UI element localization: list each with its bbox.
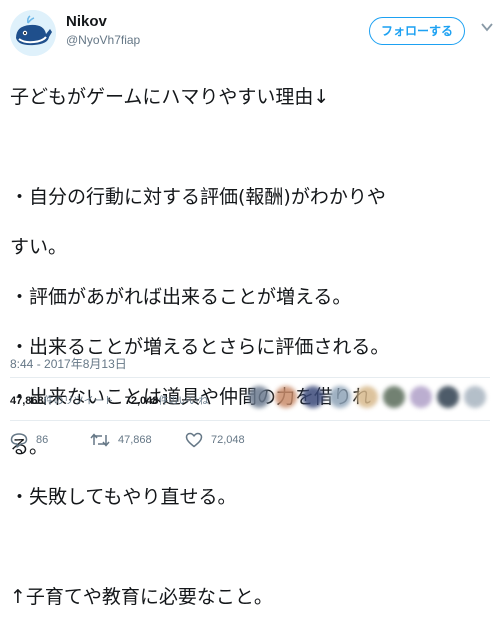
tweet-line: ・評価があがれば出来ることが増える。: [10, 286, 352, 308]
tweet-line: 子どもがゲームにハマりやすい理由↓: [10, 86, 330, 108]
retweet-stat-label: 件のリツイート: [43, 396, 114, 407]
like-button[interactable]: 72,048: [185, 430, 245, 450]
chevron-down-icon[interactable]: [481, 22, 493, 32]
reply-icon: [10, 433, 28, 448]
tweet-line: ・自分の行動に対する評価(報酬)がわかりや: [10, 186, 386, 208]
divider: [10, 377, 490, 378]
liker-avatar[interactable]: [383, 386, 405, 408]
liker-avatar[interactable]: [410, 386, 432, 408]
liker-avatar[interactable]: [437, 386, 459, 408]
liker-avatars: [248, 382, 490, 416]
liker-avatar[interactable]: [356, 386, 378, 408]
divider: [10, 420, 490, 421]
reply-button[interactable]: 86: [10, 430, 48, 450]
tweet-line: [10, 135, 490, 160]
tweet-text: 子どもがゲームにハマりやすい理由↓ ・自分の行動に対する評価(報酬)がわかりや …: [10, 60, 490, 635]
like-count: 72,048: [211, 434, 245, 446]
avatar[interactable]: [10, 10, 56, 56]
engagement-stats: 47,868件のリツイート 72,048件のいいね: [10, 392, 216, 407]
tweet-line: ↑子育てや教育に必要なこと。: [10, 586, 273, 608]
whale-icon: [10, 10, 56, 56]
liker-avatar[interactable]: [329, 386, 351, 408]
tweet-line: すい。: [10, 236, 68, 258]
heart-icon: [185, 432, 203, 448]
liker-avatar[interactable]: [302, 386, 324, 408]
tweet-line: [10, 535, 490, 560]
follow-button[interactable]: フォローする: [369, 17, 465, 45]
liker-avatar[interactable]: [275, 386, 297, 408]
like-stat[interactable]: 72,048件のいいね: [125, 392, 209, 407]
tweet-line: ・失敗してもやり直せる。: [10, 486, 237, 508]
retweet-total: 47,868: [10, 395, 44, 407]
reply-count: 86: [36, 434, 49, 446]
tweet-actions: 86 47,868 72,048: [10, 430, 490, 450]
tweet-header: Nikov @NyoVh7fiap フォローする: [10, 10, 493, 56]
liker-avatar[interactable]: [248, 386, 270, 408]
retweet-stat[interactable]: 47,868件のリツイート: [10, 392, 114, 407]
like-stat-label: 件のいいね: [158, 396, 209, 407]
retweet-button[interactable]: 47,868: [90, 430, 152, 450]
retweet-icon: [90, 433, 110, 447]
tweet-timestamp[interactable]: 8:44 - 2017年8月13日: [10, 355, 127, 372]
like-total: 72,048: [124, 395, 159, 407]
display-name[interactable]: Nikov: [66, 12, 140, 32]
retweet-count: 47,868: [118, 434, 152, 446]
user-names: Nikov @NyoVh7fiap: [66, 12, 140, 48]
user-handle[interactable]: @NyoVh7fiap: [66, 32, 140, 48]
liker-avatar[interactable]: [464, 386, 486, 408]
